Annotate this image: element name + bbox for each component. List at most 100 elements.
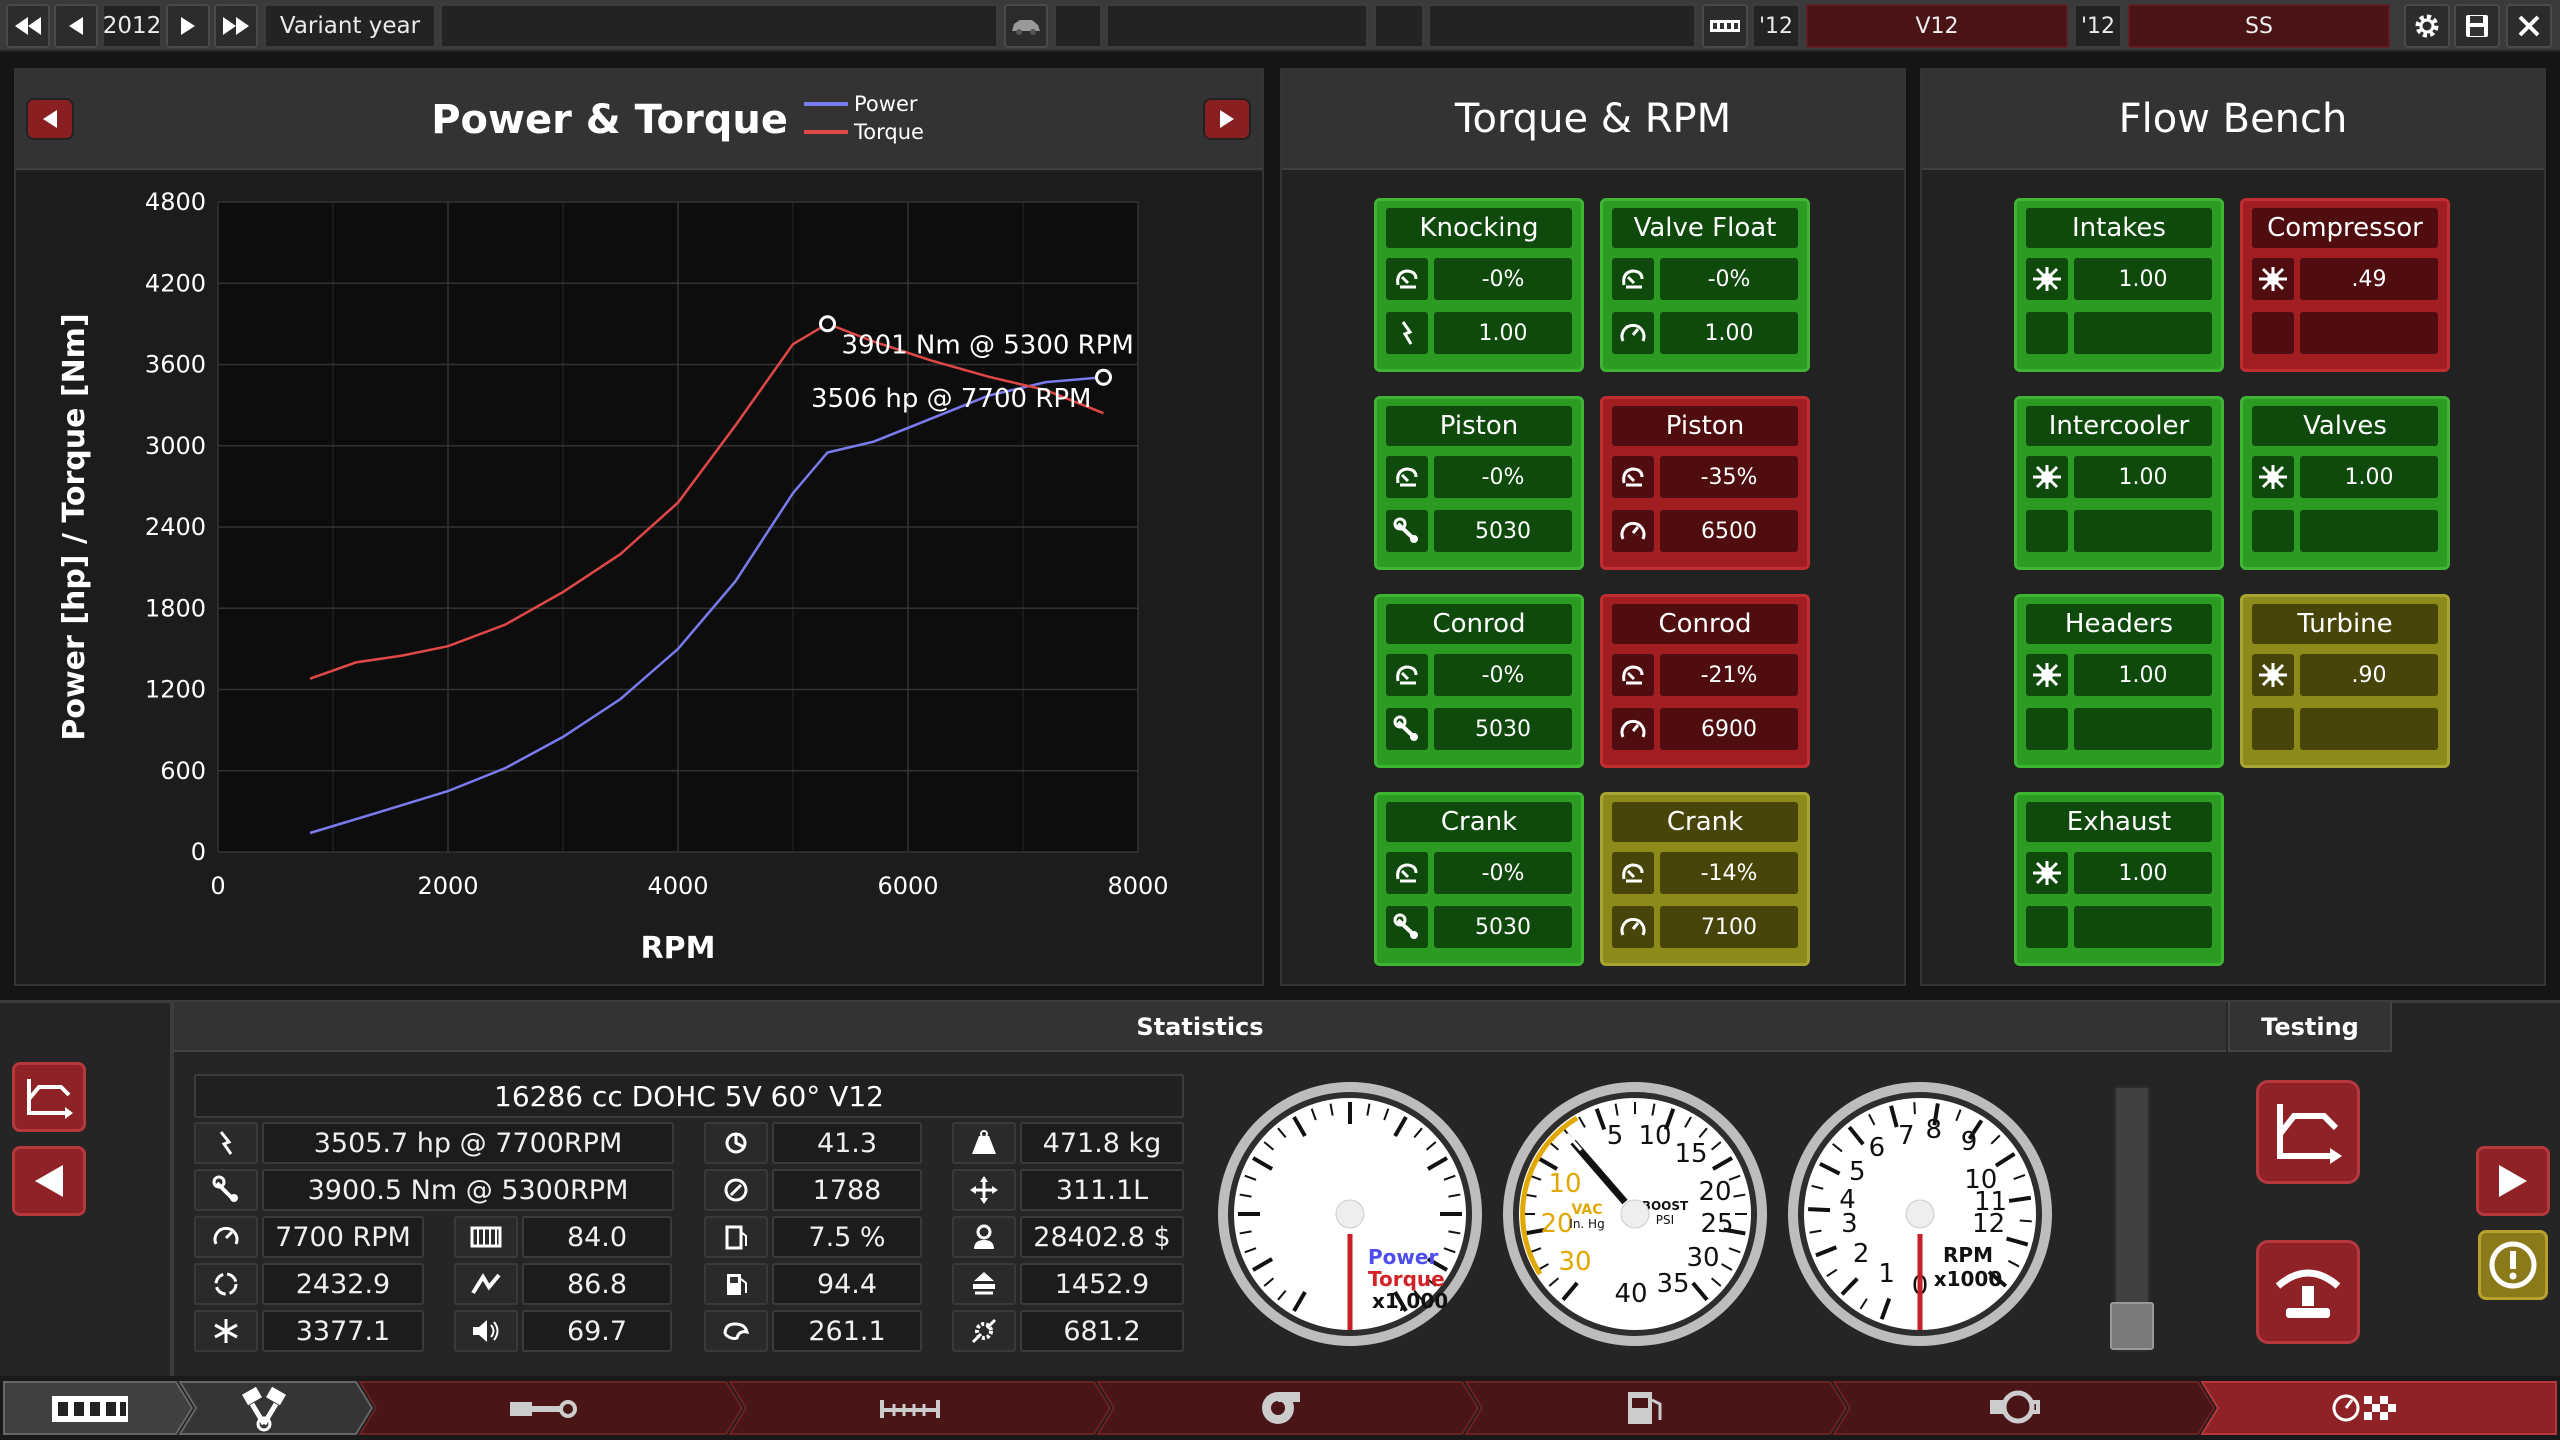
torque-card-conrod[interactable]: Conrod -21% 6900	[1600, 594, 1810, 768]
torque-card-piston[interactable]: Piston -0% 5030	[1374, 396, 1584, 570]
stat-value-c3-3: 7.5 %	[772, 1216, 922, 1258]
testing-title: Testing	[2261, 1013, 2359, 1041]
close-icon	[2518, 15, 2540, 37]
double-left-icon	[15, 17, 41, 35]
chart-next-button[interactable]	[1203, 98, 1251, 140]
first-year-button[interactable]	[6, 4, 50, 48]
radiator-icon	[470, 1226, 502, 1248]
torque-card-conrod[interactable]: Conrod -0% 5030	[1374, 594, 1584, 768]
rpm-gauge-scale: x1000	[1934, 1267, 2003, 1291]
stat-icon-c4-5	[952, 1310, 1016, 1352]
weight-icon	[972, 1130, 996, 1154]
gauge-label-scale: x1,000	[1372, 1289, 1448, 1313]
double-right-icon	[223, 17, 249, 35]
torque-card-valve-float[interactable]: Valve Float -0% 1.00	[1600, 198, 1810, 372]
card-icon-slot-empty	[2026, 510, 2068, 552]
card-icon-slot-empty	[2252, 312, 2294, 354]
gauge-icon	[1612, 852, 1654, 894]
close-button[interactable]	[2506, 4, 2552, 48]
back-button[interactable]	[12, 1146, 86, 1216]
flow-icon	[2033, 465, 2061, 489]
power-stat-value: 3505.7 hp @ 7700RPM	[262, 1122, 674, 1164]
legend-item-power: Power	[804, 90, 964, 118]
card-value-1: .49	[2300, 258, 2438, 300]
test-graph-button[interactable]	[2256, 1080, 2360, 1184]
tab-exhaust[interactable]	[1832, 1381, 2216, 1435]
variant-year-field: '12	[2074, 4, 2122, 48]
car-button[interactable]	[1004, 4, 1048, 48]
right-arrow-icon	[181, 17, 195, 35]
card-icon-slot-empty	[2026, 312, 2068, 354]
flow-card-headers[interactable]: Headers 1.00	[2014, 594, 2224, 768]
flow-icon	[2033, 267, 2061, 291]
torque-stat-value: 3900.5 Nm @ 5300RPM	[262, 1169, 674, 1211]
engine-button[interactable]	[1702, 4, 1748, 48]
torque-card-knocking[interactable]: Knocking -0% 1.00	[1374, 198, 1584, 372]
tab-fuel[interactable]	[1464, 1381, 1848, 1435]
rpm-icon	[1620, 521, 1646, 540]
boost-gauge-number: 5	[1607, 1121, 1624, 1151]
chart-prev-button[interactable]	[26, 98, 74, 140]
dyno-operator-icon	[2275, 1269, 2341, 1318]
flow-card-valves[interactable]: Valves 1.00	[2240, 396, 2450, 570]
card-value-slot-empty	[2074, 708, 2212, 750]
flow-card-turbine[interactable]: Turbine .90	[2240, 594, 2450, 768]
stat-icon-c3-5	[704, 1310, 768, 1352]
year-field[interactable]: 2012	[102, 4, 162, 48]
stat-value-c4-2: 311.1L	[1020, 1169, 1184, 1211]
flow-icon	[2259, 663, 2287, 687]
save-button[interactable]	[2454, 4, 2500, 48]
throttle-slider-handle[interactable]	[2110, 1302, 2154, 1350]
prev-year-button[interactable]	[54, 4, 98, 48]
fuel-pump-icon	[725, 1225, 747, 1250]
power-stat-icon	[194, 1122, 258, 1164]
card-value-2: 1.00	[1434, 312, 1572, 354]
stat-icon-c4-3	[952, 1216, 1016, 1258]
warning-button[interactable]	[2478, 1230, 2548, 1300]
engine-block-icon	[1710, 20, 1740, 32]
rpm-icon	[1620, 323, 1646, 342]
rpm-gauge-number: 5	[1849, 1157, 1866, 1187]
flow-card-intakes[interactable]: Intakes 1.00	[2014, 198, 2224, 372]
stat-icon-c1-2	[194, 1310, 258, 1352]
boost-gauge-number: 30	[1686, 1243, 1719, 1273]
card-title: Valves	[2252, 406, 2438, 446]
stat-icon-c4-1	[952, 1122, 1016, 1164]
flow-card-exhaust[interactable]: Exhaust 1.00	[2014, 792, 2224, 966]
legend-label-power: Power	[854, 92, 918, 116]
settings-button[interactable]	[2404, 4, 2450, 48]
rpm-icon	[1612, 708, 1654, 750]
torque-card-piston[interactable]: Piston -35% 6500	[1600, 396, 1810, 570]
rpm-gauge-number: 7	[1898, 1121, 1915, 1151]
gauge-icon	[1612, 456, 1654, 498]
flow-bench-title: Flow Bench	[1922, 70, 2544, 170]
flow-icon	[2252, 654, 2294, 696]
flow-card-compressor[interactable]: Compressor .49	[2240, 198, 2450, 372]
legend-label-torque: Torque	[854, 120, 924, 144]
boost-gauge-number: 25	[1700, 1209, 1733, 1239]
card-title: Knocking	[1386, 208, 1572, 248]
last-year-button[interactable]	[214, 4, 258, 48]
torque-card-crank[interactable]: Crank -0% 5030	[1374, 792, 1584, 966]
speaker-icon	[473, 1320, 499, 1342]
next-year-button[interactable]	[166, 4, 210, 48]
card-title: Exhaust	[2026, 802, 2212, 842]
variant-name-field[interactable]: SS	[2128, 4, 2390, 48]
card-icon-slot-empty	[2026, 708, 2068, 750]
flow-card-intercooler[interactable]: Intercooler 1.00	[2014, 396, 2224, 570]
torque-card-crank[interactable]: Crank -14% 7100	[1600, 792, 1810, 966]
spark-icon	[1401, 321, 1413, 345]
stat-icon-c3-1	[704, 1122, 768, 1164]
gauge-icon	[1396, 863, 1418, 883]
card-value-2: 6900	[1660, 708, 1798, 750]
wrench-icon	[1393, 517, 1418, 543]
next-page-button[interactable]	[2476, 1146, 2550, 1216]
wrench-icon	[212, 1175, 238, 1202]
card-value-1: -0%	[1434, 456, 1572, 498]
boost-gauge-vac-unit: In. Hg	[1569, 1217, 1604, 1231]
wrench-icon	[1386, 708, 1428, 750]
test-dyno-button[interactable]	[2256, 1240, 2360, 1344]
dyno-graph-button[interactable]	[12, 1062, 86, 1132]
engine-name-field[interactable]: V12	[1806, 4, 2068, 48]
card-value-slot-empty	[2074, 510, 2212, 552]
